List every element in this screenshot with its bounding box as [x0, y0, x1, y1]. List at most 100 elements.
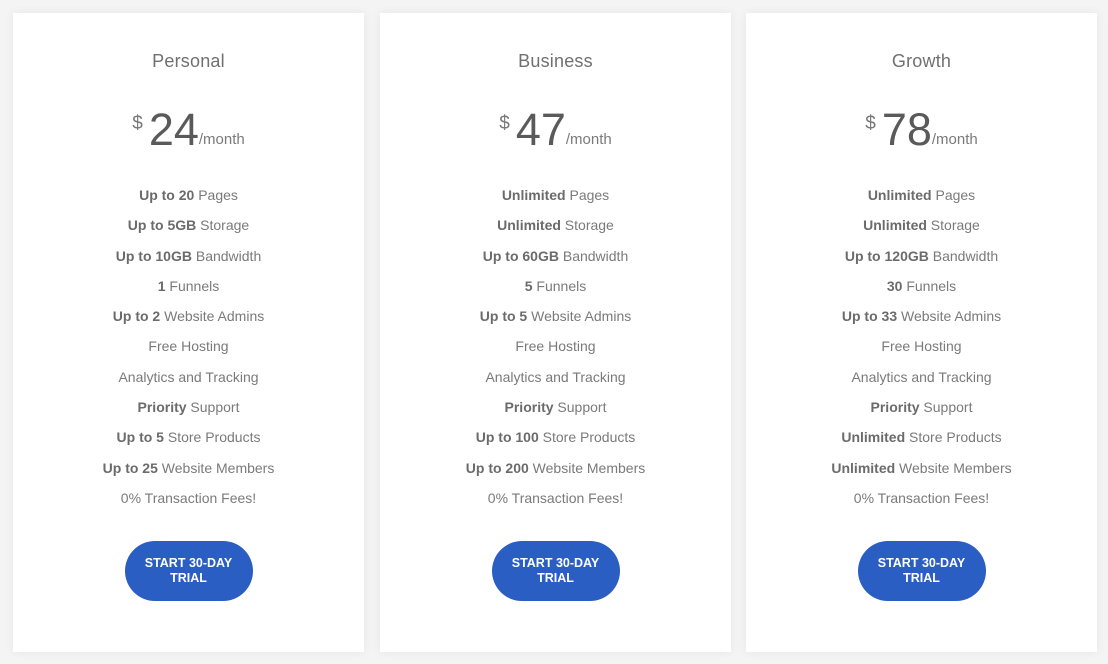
- feature-text: Funnels: [532, 277, 587, 294]
- feature-text: Free Hosting: [148, 338, 229, 355]
- feature-text: Pages: [194, 187, 238, 203]
- feature-highlight: Up to 33: [841, 308, 898, 325]
- feature-item: Up to 60GB Bandwidth: [380, 246, 731, 276]
- feature-highlight: Priority: [137, 399, 187, 416]
- feature-item: Up to 100 Store Products: [380, 427, 731, 457]
- feature-item: Analytics and Tracking: [380, 367, 731, 397]
- feature-highlight: 30: [886, 277, 903, 294]
- feature-item: Up to 2 Website Admins: [13, 306, 364, 336]
- pricing-card-business: Business $47/month Unlimited Pages Unlim…: [380, 13, 731, 652]
- feature-item: Free Hosting: [380, 336, 731, 366]
- feature-item: Unlimited Storage: [380, 215, 731, 245]
- price-amount: 47: [515, 104, 566, 155]
- feature-text: Free Hosting: [881, 338, 962, 355]
- feature-text: Store Products: [163, 429, 261, 446]
- feature-text: Bandwidth: [191, 247, 262, 264]
- feature-text: Pages: [931, 187, 976, 203]
- feature-item: Up to 10GB Bandwidth: [13, 246, 364, 276]
- feature-item: 0% Transaction Fees!: [746, 488, 1097, 518]
- feature-list: Up to 20 Pages Up to 5GB Storage Up to 1…: [13, 185, 364, 518]
- feature-highlight: Up to 5: [116, 429, 164, 446]
- feature-text: Analytics and Tracking: [485, 368, 626, 385]
- plan-name: Growth: [891, 51, 952, 71]
- feature-item: Up to 5GB Storage: [13, 215, 364, 245]
- feature-item: 5 Funnels: [380, 276, 731, 306]
- feature-text: 0% Transaction Fees!: [487, 489, 624, 506]
- feature-text: Analytics and Tracking: [118, 368, 259, 385]
- feature-highlight: Up to 25: [102, 459, 158, 476]
- price-amount: 24: [148, 104, 199, 155]
- feature-highlight: Up to 120GB: [844, 247, 929, 264]
- feature-text: Website Members: [157, 459, 275, 476]
- feature-text: Funnels: [165, 277, 220, 294]
- feature-text: Storage: [560, 217, 614, 234]
- feature-item: Up to 120GB Bandwidth: [746, 246, 1097, 276]
- currency-symbol: $: [865, 113, 876, 134]
- feature-highlight: Unlimited: [497, 217, 561, 234]
- price-period: /month: [931, 131, 978, 148]
- feature-text: Website Admins: [897, 308, 1002, 325]
- feature-item: Unlimited Pages: [746, 185, 1097, 215]
- feature-highlight: Up to 5: [479, 308, 528, 325]
- feature-highlight: Unlimited: [841, 429, 906, 446]
- feature-text: Storage: [926, 217, 980, 234]
- feature-text: Support: [553, 399, 607, 416]
- price-period: /month: [198, 131, 245, 148]
- feature-list: Unlimited Pages Unlimited Storage Up to …: [380, 185, 731, 518]
- feature-text: 0% Transaction Fees!: [853, 489, 990, 506]
- feature-item: Priority Support: [380, 397, 731, 427]
- feature-item: Up to 33 Website Admins: [746, 306, 1097, 336]
- feature-item: Up to 200 Website Members: [380, 458, 731, 488]
- feature-item: Unlimited Store Products: [746, 427, 1097, 457]
- feature-highlight: Up to 60GB: [482, 247, 559, 264]
- start-trial-button-personal[interactable]: START 30-DAY TRIAL: [124, 541, 253, 601]
- feature-item: 0% Transaction Fees!: [13, 488, 364, 518]
- feature-text: 0% Transaction Fees!: [120, 489, 257, 506]
- feature-item: Up to 5 Website Admins: [380, 306, 731, 336]
- start-trial-button-business[interactable]: START 30-DAY TRIAL: [491, 541, 620, 601]
- feature-list: Unlimited Pages Unlimited Storage Up to …: [746, 185, 1097, 518]
- feature-item: 1 Funnels: [13, 276, 364, 306]
- feature-item: Up to 5 Store Products: [13, 427, 364, 457]
- feature-highlight: 5: [524, 277, 533, 294]
- feature-highlight: Unlimited: [501, 187, 566, 203]
- plan-name: Personal: [152, 51, 225, 71]
- start-trial-button-growth[interactable]: START 30-DAY TRIAL: [857, 541, 986, 601]
- feature-text: Store Products: [538, 429, 636, 446]
- feature-text: Analytics and Tracking: [851, 368, 992, 385]
- feature-item: Up to 25 Website Members: [13, 458, 364, 488]
- feature-text: Pages: [565, 187, 610, 203]
- pricing-card-personal: Personal $24/month Up to 20 Pages Up to …: [13, 13, 364, 652]
- feature-text: Bandwidth: [558, 247, 629, 264]
- feature-item: 0% Transaction Fees!: [380, 488, 731, 518]
- feature-highlight: 1: [157, 277, 166, 294]
- pricing-card-growth: Growth $78/month Unlimited Pages Unlimit…: [746, 13, 1097, 652]
- feature-text: Funnels: [902, 277, 957, 294]
- feature-item: Analytics and Tracking: [13, 367, 364, 397]
- feature-highlight: Up to 5GB: [127, 217, 197, 234]
- feature-highlight: Unlimited: [867, 187, 932, 203]
- feature-highlight: Priority: [504, 399, 554, 416]
- feature-item: Unlimited Pages: [380, 185, 731, 215]
- feature-item: Unlimited Storage: [746, 215, 1097, 245]
- feature-highlight: Up to 10GB: [115, 247, 192, 264]
- feature-text: Free Hosting: [515, 338, 596, 355]
- currency-symbol: $: [499, 113, 510, 134]
- feature-highlight: Up to 20: [139, 187, 195, 203]
- feature-text: Website Admins: [160, 308, 265, 325]
- feature-text: Support: [919, 399, 973, 416]
- feature-highlight: Unlimited: [863, 217, 927, 234]
- feature-item: Analytics and Tracking: [746, 367, 1097, 397]
- feature-item: 30 Funnels: [746, 276, 1097, 306]
- feature-highlight: Up to 200: [465, 459, 529, 476]
- plan-price: $78/month: [746, 105, 1097, 155]
- feature-highlight: Up to 2: [112, 308, 161, 325]
- feature-text: Website Admins: [527, 308, 632, 325]
- feature-text: Website Members: [895, 459, 1012, 476]
- feature-text: Store Products: [905, 429, 1002, 446]
- feature-text: Website Members: [528, 459, 646, 476]
- feature-item: Up to 20 Pages: [13, 185, 364, 215]
- feature-text: Support: [186, 399, 240, 416]
- feature-item: Unlimited Website Members: [746, 458, 1097, 488]
- pricing-table: Personal $24/month Up to 20 Pages Up to …: [0, 0, 1108, 664]
